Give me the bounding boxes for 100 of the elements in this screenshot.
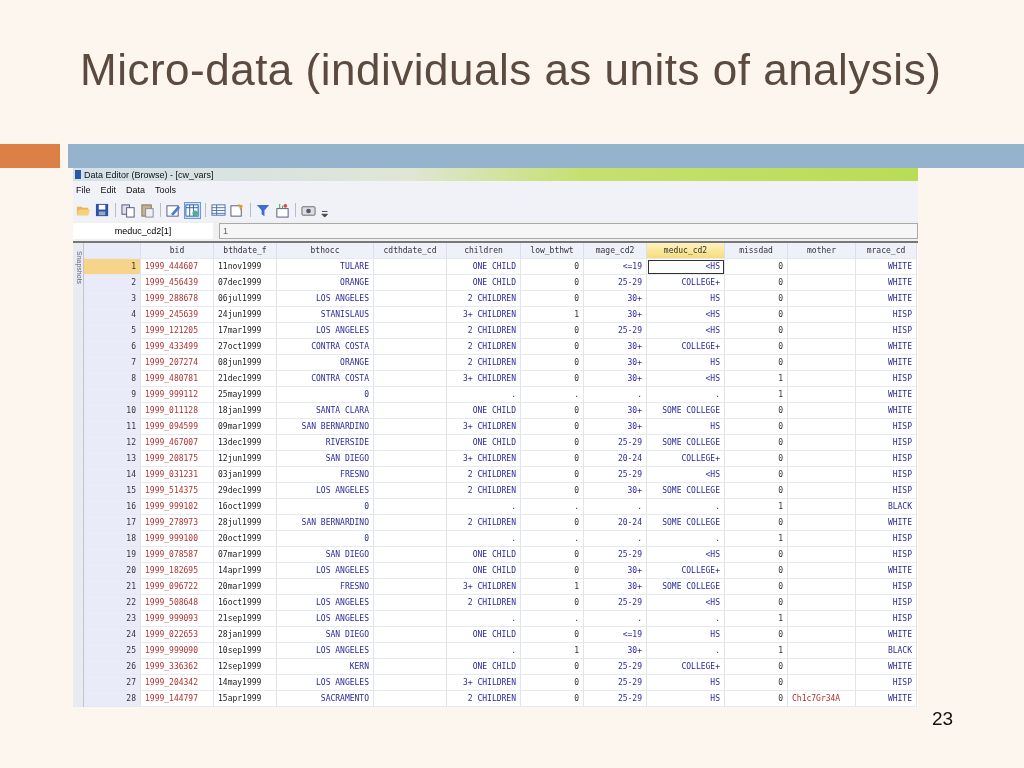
- menu-item[interactable]: File: [76, 185, 91, 195]
- browse-sheet-icon[interactable]: [184, 201, 201, 219]
- grid-icon[interactable]: [210, 201, 227, 219]
- table-cell: 16oct1999: [214, 499, 277, 515]
- table-cell: 1999_204342: [141, 675, 214, 691]
- row-number[interactable]: 20: [84, 563, 141, 579]
- cell-value-field[interactable]: 1: [219, 223, 918, 239]
- row-number[interactable]: 1: [84, 259, 141, 275]
- table-cell: SACRAMENTO: [277, 691, 374, 707]
- table-cell: WHITE: [856, 563, 917, 579]
- row-number[interactable]: 18: [84, 531, 141, 547]
- table-cell: 30+: [584, 579, 647, 595]
- page-number: 23: [932, 708, 954, 730]
- table-cell: KERN: [277, 659, 374, 675]
- table-cell: 0: [521, 355, 584, 371]
- row-number[interactable]: 9: [84, 387, 141, 403]
- table-cell: HS: [647, 627, 725, 643]
- table-cell: WHITE: [856, 355, 917, 371]
- row-number[interactable]: 26: [84, 659, 141, 675]
- table-cell: 1: [725, 611, 788, 627]
- table-cell: 0: [521, 675, 584, 691]
- table-cell: 0: [725, 563, 788, 579]
- row-number[interactable]: 10: [84, 403, 141, 419]
- table-cell: .: [647, 611, 725, 627]
- table-cell: SAN BERNARDINO: [277, 419, 374, 435]
- copy-icon[interactable]: [120, 201, 137, 219]
- menu-item[interactable]: Data: [126, 185, 146, 195]
- table-cell: 0: [521, 659, 584, 675]
- column-header[interactable]: children: [447, 243, 521, 259]
- table-cell: 1: [725, 371, 788, 387]
- row-number[interactable]: 13: [84, 451, 141, 467]
- table-cell: 2 CHILDREN: [447, 355, 521, 371]
- column-header[interactable]: bid: [141, 243, 214, 259]
- empty-cell: [788, 659, 856, 675]
- row-number[interactable]: 4: [84, 307, 141, 323]
- column-header[interactable]: missdad: [725, 243, 788, 259]
- column-header[interactable]: mrace_cd: [856, 243, 917, 259]
- menu-item[interactable]: Tools: [155, 185, 177, 195]
- table-cell: HISP: [856, 675, 917, 691]
- table-cell: COLLEGE+: [647, 659, 725, 675]
- row-number[interactable]: 22: [84, 595, 141, 611]
- row-number[interactable]: 28: [84, 691, 141, 707]
- row-number[interactable]: 16: [84, 499, 141, 515]
- variables-icon[interactable]: [274, 201, 291, 219]
- column-header[interactable]: mother: [788, 243, 856, 259]
- paste-icon[interactable]: [139, 201, 156, 219]
- row-number[interactable]: 7: [84, 355, 141, 371]
- column-header[interactable]: low_bthwt: [521, 243, 584, 259]
- table-cell: 0: [521, 451, 584, 467]
- table-cell: 0: [725, 259, 788, 275]
- row-number[interactable]: 23: [84, 611, 141, 627]
- row-number[interactable]: 19: [84, 547, 141, 563]
- menu-item[interactable]: Edit: [100, 185, 117, 195]
- table-cell: 0: [521, 691, 584, 707]
- table-cell: 0: [521, 419, 584, 435]
- table-cell: 0: [725, 355, 788, 371]
- empty-cell: [788, 387, 856, 403]
- table-cell: 1: [521, 643, 584, 659]
- table-cell: 2 CHILDREN: [447, 339, 521, 355]
- row-number[interactable]: 6: [84, 339, 141, 355]
- table-cell: .: [647, 387, 725, 403]
- row-number[interactable]: 3: [84, 291, 141, 307]
- table-cell: COLLEGE+: [647, 339, 725, 355]
- row-number[interactable]: 15: [84, 483, 141, 499]
- empty-cell: [788, 307, 856, 323]
- column-header[interactable]: mage_cd2: [584, 243, 647, 259]
- row-number[interactable]: 12: [84, 435, 141, 451]
- table-cell: 0: [277, 387, 374, 403]
- empty-cell: [788, 355, 856, 371]
- table-cell: 1999_096722: [141, 579, 214, 595]
- empty-cell: [788, 643, 856, 659]
- row-number[interactable]: 5: [84, 323, 141, 339]
- column-header[interactable]: bthdate_f: [214, 243, 277, 259]
- row-number[interactable]: 27: [84, 675, 141, 691]
- row-number[interactable]: 25: [84, 643, 141, 659]
- table-cell: WHITE: [856, 275, 917, 291]
- row-number[interactable]: 17: [84, 515, 141, 531]
- table-cell: 1: [725, 499, 788, 515]
- table-cell: 1999_288678: [141, 291, 214, 307]
- table-cell: 30+: [584, 307, 647, 323]
- table-cell: HISP: [856, 595, 917, 611]
- table-cell: COLLEGE+: [647, 451, 725, 467]
- row-number[interactable]: 8: [84, 371, 141, 387]
- table-cell: HISP: [856, 323, 917, 339]
- save-icon[interactable]: [94, 201, 111, 219]
- table-cell: BLACK: [856, 643, 917, 659]
- table-cell: HS: [647, 675, 725, 691]
- column-header[interactable]: meduc_cd2: [647, 243, 725, 259]
- row-number[interactable]: 21: [84, 579, 141, 595]
- empty-cell: [788, 339, 856, 355]
- row-number[interactable]: 2: [84, 275, 141, 291]
- row-number[interactable]: 14: [84, 467, 141, 483]
- table-cell: 0: [521, 275, 584, 291]
- row-number[interactable]: 11: [84, 419, 141, 435]
- properties-icon[interactable]: [229, 201, 246, 219]
- row-number[interactable]: 24: [84, 627, 141, 643]
- table-cell: 28jan1999: [214, 627, 277, 643]
- column-header[interactable]: bthocc: [277, 243, 374, 259]
- column-header[interactable]: cdthdate_cd: [374, 243, 447, 259]
- table-cell: BLACK: [856, 499, 917, 515]
